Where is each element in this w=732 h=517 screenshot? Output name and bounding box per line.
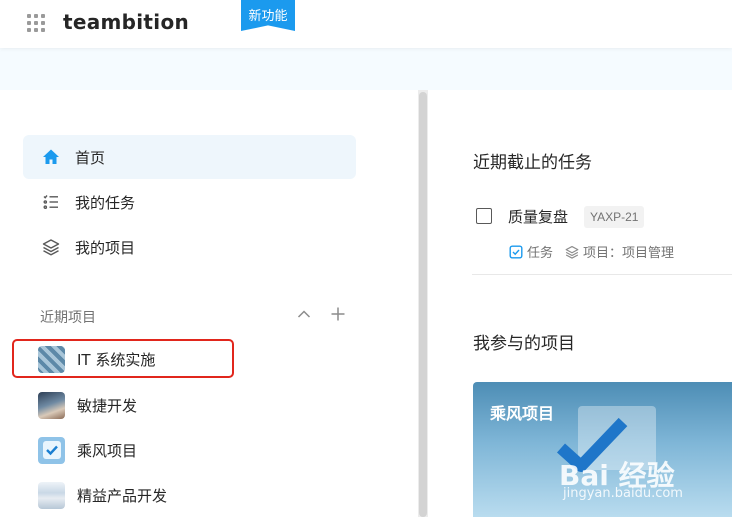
project-thumbnail — [38, 391, 65, 419]
joined-projects-heading: 我参与的项目 — [473, 334, 575, 354]
task-project[interactable]: 项目：项目管理 — [565, 242, 674, 261]
nav-item-my-tasks[interactable]: 我的任务 — [23, 180, 356, 224]
recent-project-agile[interactable]: 敏捷开发 — [38, 390, 137, 420]
nav-item-label: 我的项目 — [75, 238, 136, 257]
checklist-icon — [41, 192, 61, 212]
app-grid-icon[interactable] — [27, 14, 45, 32]
nav-item-label: 首页 — [75, 148, 106, 167]
divider — [472, 274, 732, 275]
task-type-icon — [509, 245, 523, 259]
nav-item-label: 我的任务 — [75, 193, 136, 212]
brand-logo[interactable]: teambition — [63, 10, 189, 34]
highlight-annotation — [12, 339, 234, 378]
task-type-label: 任务 — [527, 246, 554, 261]
layers-icon — [565, 245, 579, 259]
project-card-title: 乘风项目 — [490, 404, 555, 423]
recent-project-lean[interactable]: 精益产品开发 — [38, 480, 167, 510]
task-title[interactable]: 质量复盘 — [508, 206, 568, 227]
project-label: 乘风项目 — [77, 441, 138, 460]
watermark-url: jingyan.baidu.com — [563, 486, 683, 501]
task-project-label: 项目：项目管理 — [583, 246, 675, 261]
project-label: 精益产品开发 — [77, 486, 168, 505]
sidebar-scrollbar-thumb[interactable] — [419, 92, 427, 517]
project-thumbnail — [38, 481, 65, 509]
recent-projects-heading: 近期项目 — [40, 310, 96, 326]
task-type: 任务 — [509, 242, 553, 261]
recent-projects-actions — [294, 304, 348, 324]
project-thumbnail — [38, 436, 65, 464]
project-card[interactable]: 乘风项目 Bai 经验 jingyan.baidu.com — [473, 382, 732, 517]
project-label: 敏捷开发 — [77, 396, 138, 415]
teambition-home: teambition 新功能 首页 我的任务 我的项目 近期项目 IT 系统实施… — [0, 0, 732, 517]
layers-icon — [41, 237, 61, 257]
task-meta: 任务 项目：项目管理 — [509, 242, 686, 261]
new-feature-badge[interactable]: 新功能 — [241, 0, 295, 31]
task-code-badge: YAXP-21 — [584, 206, 645, 228]
home-icon — [41, 147, 61, 167]
banner-strip — [0, 48, 732, 90]
plus-icon[interactable] — [328, 304, 348, 324]
nav-item-my-projects[interactable]: 我的项目 — [23, 225, 356, 269]
nav-item-home[interactable]: 首页 — [23, 135, 356, 179]
recent-project-chengfeng[interactable]: 乘风项目 — [38, 435, 137, 465]
task-checkbox[interactable] — [476, 208, 492, 224]
due-tasks-heading: 近期截止的任务 — [473, 153, 592, 173]
chevron-up-icon[interactable] — [294, 304, 314, 324]
top-bar: teambition 新功能 — [0, 0, 732, 48]
